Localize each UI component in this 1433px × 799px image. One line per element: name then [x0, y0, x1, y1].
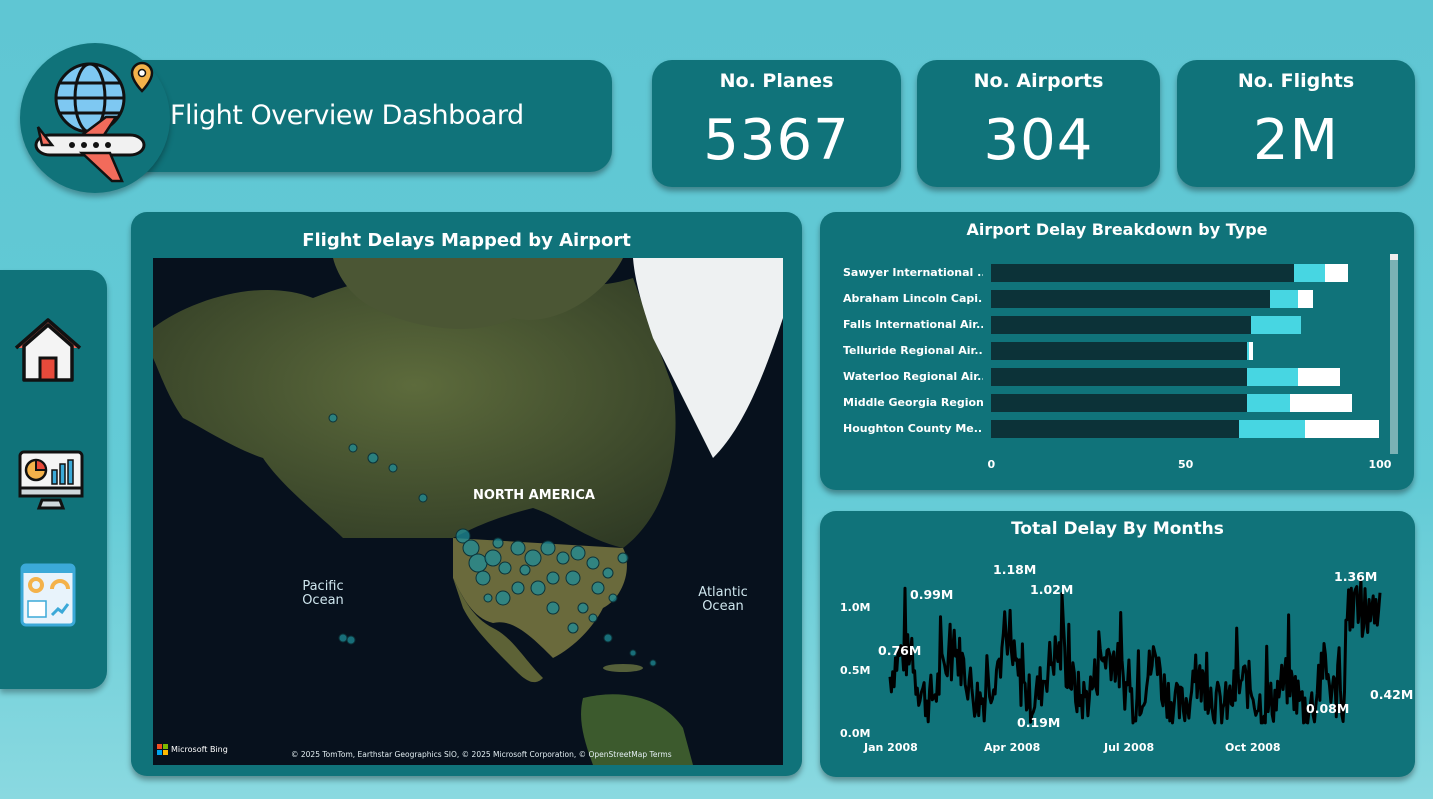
- bar-segment[interactable]: [1297, 368, 1341, 386]
- x-axis-tick: Apr 2008: [984, 741, 1040, 754]
- bar-segment[interactable]: [991, 368, 1248, 386]
- bar-category-label: Telluride Regional Air...: [843, 344, 983, 357]
- x-axis-tick: 0: [987, 458, 996, 471]
- dashboard-icon: [20, 563, 76, 627]
- map-label-atlantic: Atlantic Ocean: [698, 585, 748, 614]
- bar-segment[interactable]: [1289, 394, 1352, 412]
- data-label: 0.08M: [1306, 701, 1349, 716]
- x-axis-tick: 100: [1368, 458, 1392, 471]
- y-axis-tick: 0.0M: [840, 727, 870, 740]
- bar-category-label: Waterloo Regional Air...: [843, 370, 983, 383]
- data-label: 1.02M: [1030, 582, 1073, 597]
- bar-segment[interactable]: [1297, 290, 1314, 308]
- analytics-monitor-icon: [18, 450, 84, 510]
- side-nav: [0, 270, 107, 689]
- home-icon: [14, 318, 82, 382]
- bar-segment[interactable]: [1250, 316, 1302, 334]
- x-axis-tick: Jul 2008: [1103, 741, 1154, 754]
- map-provider-logo: Microsoft Bing: [157, 744, 228, 755]
- logo: [20, 43, 170, 193]
- kpi-card-planes: No. Planes 5367: [652, 60, 901, 187]
- chart-scrollbar[interactable]: [1390, 254, 1398, 454]
- data-label: 1.36M: [1334, 569, 1377, 584]
- kpi-value: 304: [983, 108, 1094, 173]
- kpi-label: No. Planes: [719, 70, 834, 92]
- bar-segment[interactable]: [1293, 264, 1325, 282]
- map-panel: Flight Delays Mapped by Airport NORTH AM…: [131, 212, 802, 776]
- kpi-card-airports: No. Airports 304: [917, 60, 1160, 187]
- page-title: Flight Overview Dashboard: [170, 100, 524, 131]
- map-provider-label: Microsoft Bing: [171, 745, 228, 754]
- kpi-value: 5367: [703, 108, 850, 173]
- y-axis-tick: 1.0M: [840, 601, 870, 614]
- flight-globe-logo-icon: [34, 61, 154, 183]
- kpi-card-flights: No. Flights 2M: [1177, 60, 1415, 187]
- microsoft-logo-icon: [157, 744, 168, 755]
- bar-segment[interactable]: [1270, 290, 1298, 308]
- bar-category-label: Houghton County Me...: [843, 422, 983, 435]
- monthly-delay-panel: Total Delay By Months 0.0M 0.5M 1.0M Jan 20…: [820, 511, 1415, 777]
- x-axis-tick: Oct 2008: [1225, 741, 1281, 754]
- nav-analytics-button[interactable]: [8, 440, 88, 520]
- bar-segment[interactable]: [1247, 394, 1290, 412]
- map-label-continent: NORTH AMERICA: [473, 488, 595, 503]
- bar-category-label: Sawyer International ...: [843, 266, 983, 279]
- delay-breakdown-chart: Sawyer International ... Abraham Lincoln …: [820, 212, 1414, 490]
- bar-segment[interactable]: [1239, 420, 1306, 438]
- map-attribution[interactable]: © 2025 TomTom, Earthstar Geographics SIO…: [291, 750, 672, 759]
- bar-segment[interactable]: [991, 316, 1251, 334]
- map-label-pacific: Pacific Ocean: [302, 579, 344, 608]
- bar-category-label: Middle Georgia Region...: [843, 396, 983, 409]
- bar-segment[interactable]: [1247, 368, 1298, 386]
- bar-segment[interactable]: [991, 394, 1248, 412]
- kpi-value: 2M: [1253, 108, 1339, 173]
- bar-segment[interactable]: [991, 420, 1240, 438]
- x-axis-tick: Jan 2008: [863, 741, 918, 754]
- delay-breakdown-panel: Airport Delay Breakdown by Type Sawyer I…: [820, 212, 1414, 490]
- map-background: [153, 258, 783, 765]
- bar-segment[interactable]: [1249, 342, 1253, 360]
- data-label: 0.76M: [878, 643, 921, 658]
- map-title: Flight Delays Mapped by Airport: [302, 230, 631, 251]
- kpi-label: No. Flights: [1237, 70, 1355, 92]
- bar-category-label: Falls International Air...: [843, 318, 983, 331]
- data-label: 0.99M: [910, 587, 953, 602]
- x-axis-tick: 50: [1178, 458, 1194, 471]
- data-label: 0.42M: [1370, 687, 1413, 702]
- nav-dashboard-button[interactable]: [8, 555, 88, 635]
- bar-segment[interactable]: [991, 264, 1294, 282]
- bar-category-label: Abraham Lincoln Capi...: [843, 292, 983, 305]
- airport-delay-map[interactable]: NORTH AMERICA Pacific Ocean Atlantic Oce…: [153, 258, 783, 765]
- nav-home-button[interactable]: [8, 308, 88, 388]
- monthly-delay-chart: 0.0M 0.5M 1.0M Jan 2008 Apr 2008 Jul 2008 Oct …: [840, 562, 1413, 754]
- bar-segment[interactable]: [991, 290, 1271, 308]
- bar-segment[interactable]: [1305, 420, 1379, 438]
- data-label: 0.19M: [1017, 715, 1060, 730]
- y-axis-tick: 0.5M: [840, 664, 870, 677]
- kpi-label: No. Airports: [973, 70, 1104, 92]
- bar-segment[interactable]: [991, 342, 1248, 360]
- data-label: 1.18M: [993, 562, 1036, 577]
- bar-segment[interactable]: [1324, 264, 1348, 282]
